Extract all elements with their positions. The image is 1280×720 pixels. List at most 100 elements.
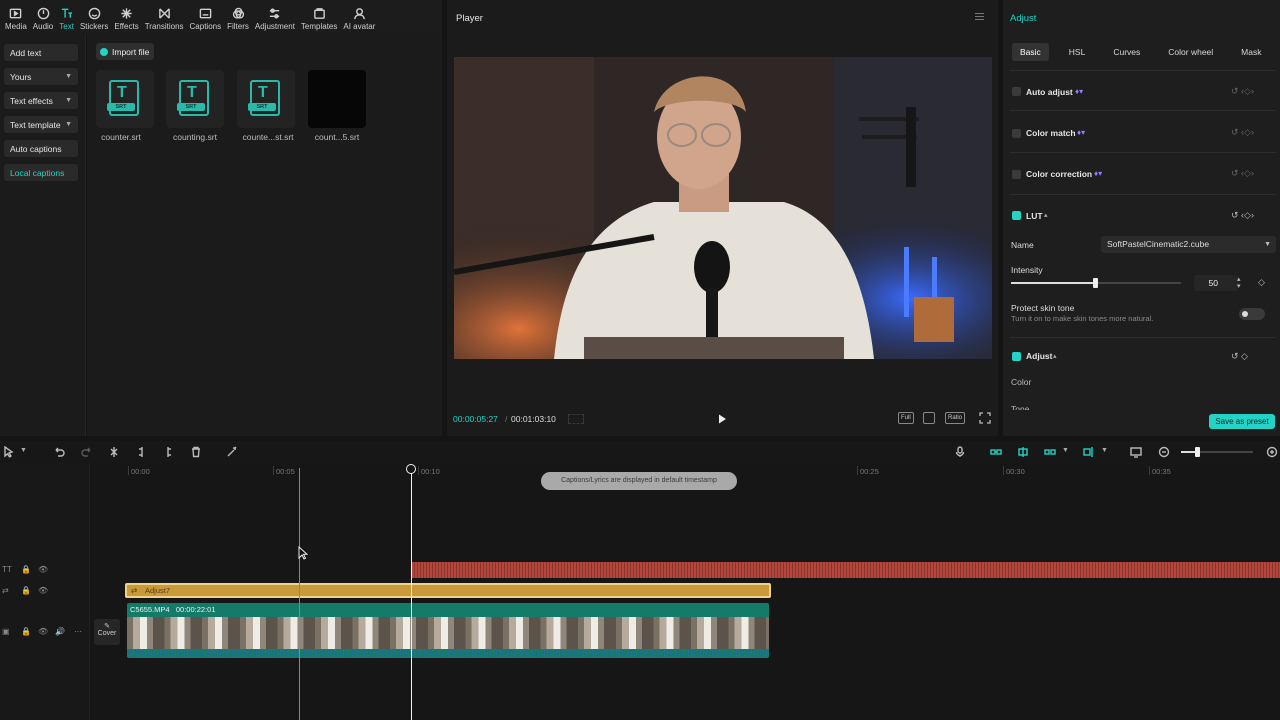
import-file-button[interactable]: Import file	[96, 43, 154, 60]
chevron-down-icon[interactable]: ▼	[1101, 447, 1108, 454]
lock-icon[interactable]: 🔒	[21, 565, 31, 574]
adjustment-clip[interactable]: ⇄ Adjust7	[125, 583, 771, 598]
tab-color-wheel[interactable]: Color wheel	[1160, 43, 1221, 61]
chevron-up-icon[interactable]: ▴	[1044, 211, 1048, 219]
split-right-icon[interactable]	[162, 446, 174, 458]
undo-icon[interactable]	[53, 446, 65, 458]
eye-icon[interactable]: 👁	[38, 586, 48, 595]
redo-icon[interactable]	[81, 446, 93, 458]
toolbar-ai-avatar[interactable]: AI avatar	[340, 0, 378, 34]
ruler-tick	[273, 466, 274, 475]
asset-tile[interactable]: T SRT	[96, 70, 154, 128]
nav-text-effects[interactable]: Text effects ▼	[4, 92, 78, 109]
duration-timecode: 00:01:03:10	[511, 414, 556, 424]
auto-adjust-checkbox[interactable]	[1012, 87, 1021, 96]
menu-icon[interactable]	[975, 13, 984, 22]
divider	[1010, 152, 1276, 153]
current-timecode: 00:00:05:27	[453, 414, 498, 424]
toolbar-media[interactable]: Media	[2, 0, 30, 34]
screen-icon[interactable]	[1130, 446, 1142, 458]
color-match-checkbox[interactable]	[1012, 129, 1021, 138]
toolbar-audio[interactable]: Audio	[30, 0, 56, 34]
full-button[interactable]: Full	[898, 412, 914, 424]
reset-keyframe-icons[interactable]: ↺ ‹◇›	[1231, 86, 1254, 97]
link-main-track-icon[interactable]	[990, 446, 1002, 458]
keyframe-icon[interactable]: ◇	[1258, 277, 1265, 288]
chevron-down-icon[interactable]: ▼	[1062, 447, 1069, 454]
asset-tile[interactable]	[308, 70, 366, 128]
toolbar-label: Filters	[227, 22, 249, 31]
magic-wand-icon[interactable]	[226, 446, 238, 458]
magnet-icon[interactable]	[1017, 446, 1029, 458]
asset-tile[interactable]: T SRT	[237, 70, 295, 128]
save-preset-button[interactable]: Save as preset	[1209, 414, 1275, 429]
intensity-value-field[interactable]: 50	[1194, 275, 1238, 291]
nav-yours[interactable]: Yours ▼	[4, 68, 78, 85]
color-correction-checkbox[interactable]	[1012, 170, 1021, 179]
reset-keyframe-icons[interactable]: ↺ ◇	[1231, 351, 1248, 362]
toolbar-captions[interactable]: Captions	[187, 0, 225, 34]
divider	[1010, 194, 1276, 195]
split-left-icon[interactable]	[136, 446, 148, 458]
chevron-down-icon[interactable]: ▼	[20, 447, 27, 454]
toolbar-filters[interactable]: Filters	[224, 0, 252, 34]
eye-icon[interactable]: 👁	[38, 627, 48, 636]
fullscreen-icon[interactable]	[979, 412, 991, 424]
grid-icon[interactable]	[568, 414, 584, 424]
protect-skin-toggle[interactable]	[1239, 308, 1265, 320]
media-icon	[9, 6, 23, 20]
intensity-slider-handle[interactable]	[1093, 278, 1098, 288]
toolbar-templates[interactable]: Templates	[298, 0, 340, 34]
delete-icon[interactable]	[190, 446, 202, 458]
tab-mask[interactable]: Mask	[1233, 43, 1269, 61]
preview-axis-icon[interactable]	[1083, 446, 1095, 458]
chevron-up-icon[interactable]: ▴	[1053, 352, 1057, 360]
volume-icon[interactable]: 🔊	[55, 627, 65, 636]
video-preview[interactable]	[454, 57, 992, 359]
nav-local-captions[interactable]: Local captions	[4, 164, 78, 181]
reset-keyframe-icons[interactable]: ↺ ‹◇›	[1231, 127, 1254, 138]
video-clip[interactable]: C5655.MP4 00:00:22:01	[127, 603, 769, 658]
ruler-tick	[857, 466, 858, 475]
lock-icon[interactable]: 🔒	[21, 586, 31, 595]
play-button[interactable]	[716, 413, 728, 425]
reset-keyframe-icons[interactable]: ↺ ‹◇›	[1231, 168, 1254, 179]
adjust-section-checkbox[interactable]	[1012, 352, 1021, 361]
tab-curves[interactable]: Curves	[1105, 43, 1148, 61]
adjustment-icon	[268, 6, 282, 20]
toolbar-transitions[interactable]: Transitions	[142, 0, 187, 34]
srt-tag: SRT	[248, 103, 276, 111]
tab-basic[interactable]: Basic	[1012, 43, 1049, 61]
text-icon	[60, 6, 74, 20]
ruler-label: 00:05	[276, 467, 295, 476]
zoom-out-icon[interactable]	[1158, 446, 1170, 458]
select-tool-icon[interactable]	[3, 445, 15, 458]
stepper-icon[interactable]: ▴ ▾	[1237, 276, 1241, 290]
auto-snap-icon[interactable]	[1044, 446, 1056, 458]
split-icon[interactable]	[108, 446, 120, 458]
add-text-button[interactable]: Add text	[4, 44, 78, 61]
toolbar-text[interactable]: Text	[56, 0, 77, 34]
ratio-button[interactable]: Ratio	[945, 412, 966, 424]
cover-button[interactable]: ✎ Cover	[94, 619, 120, 645]
reset-keyframe-icons[interactable]: ↺ ‹◇›	[1231, 210, 1254, 221]
zoom-in-icon[interactable]	[1266, 446, 1278, 458]
caption-clip[interactable]	[412, 562, 1280, 578]
playhead[interactable]	[411, 470, 412, 720]
playhead-handle[interactable]	[406, 464, 416, 474]
asset-tile[interactable]: T SRT	[166, 70, 224, 128]
lut-name-select[interactable]: SoftPastelCinematic2.cube ▼	[1101, 236, 1276, 253]
more-icon[interactable]: ⋯	[74, 627, 82, 636]
nav-auto-captions[interactable]: Auto captions	[4, 140, 78, 157]
microphone-icon[interactable]	[954, 446, 966, 458]
zoom-slider-handle[interactable]	[1195, 447, 1200, 457]
zoom-fit-icon[interactable]	[923, 412, 935, 424]
toolbar-adjustment[interactable]: Adjustment	[252, 0, 298, 34]
lock-icon[interactable]: 🔒	[21, 627, 31, 636]
toolbar-stickers[interactable]: Stickers	[77, 0, 111, 34]
toolbar-effects[interactable]: Effects	[111, 0, 141, 34]
tab-hsl[interactable]: HSL	[1061, 43, 1094, 61]
lut-checkbox[interactable]	[1012, 211, 1021, 220]
eye-icon[interactable]: 👁	[38, 565, 48, 574]
nav-text-template[interactable]: Text template ▼	[4, 116, 78, 133]
